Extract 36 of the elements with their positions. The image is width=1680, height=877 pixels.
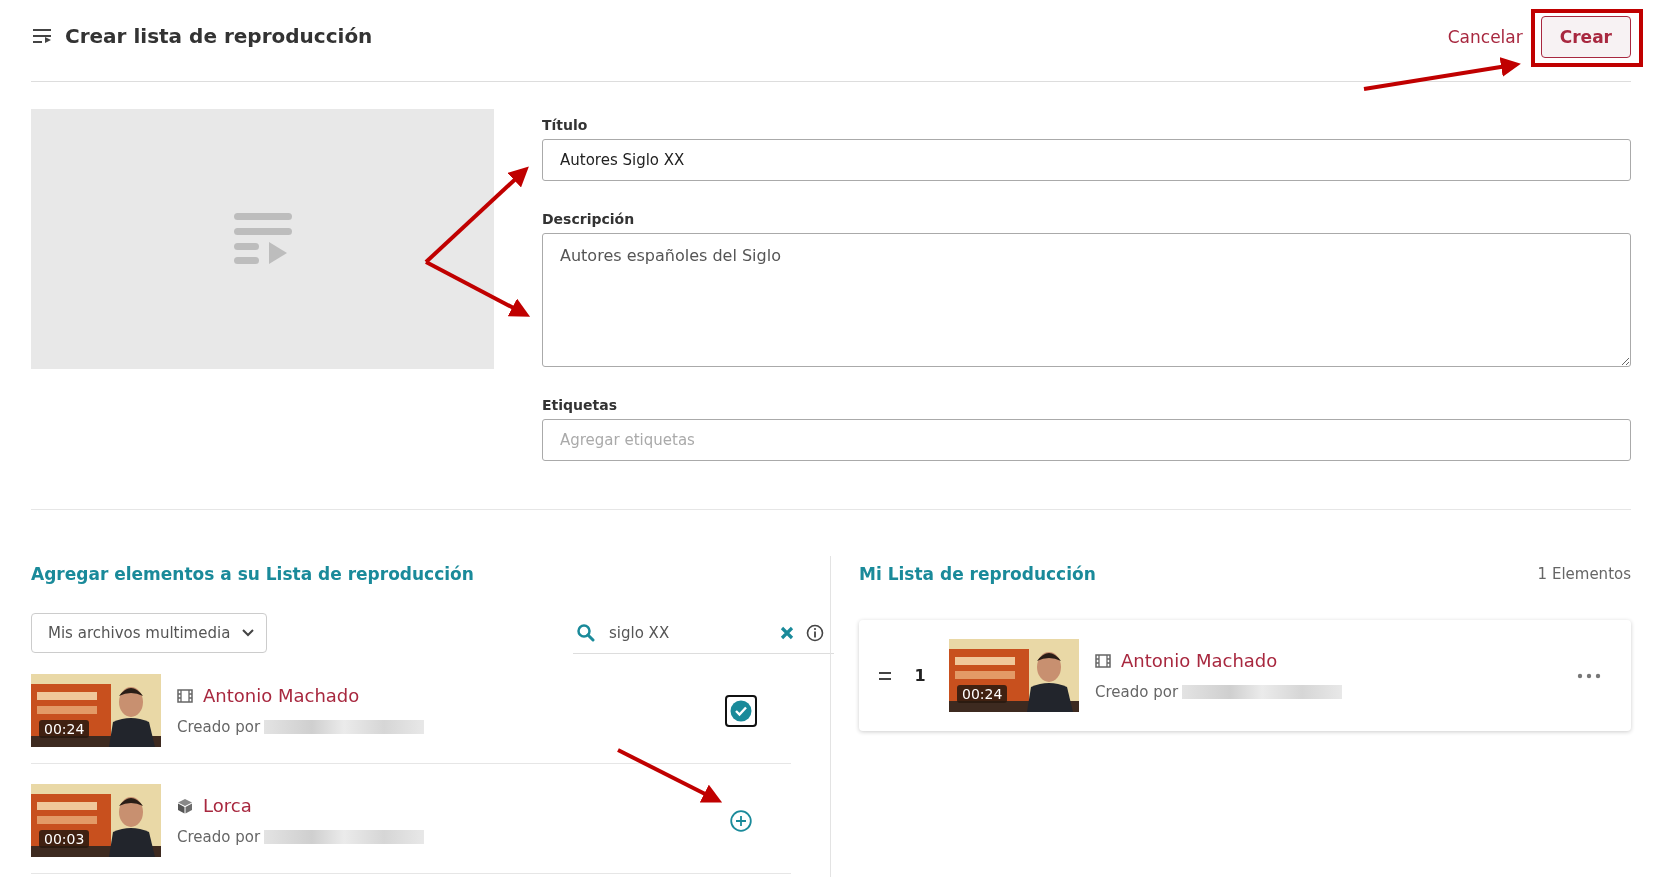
chevron-icon bbox=[242, 629, 255, 637]
search-icon bbox=[577, 623, 595, 642]
section-heading: Agregar elementos a su Lista de reproducción bbox=[31, 563, 475, 584]
media-title-link[interactable]: Antonio Machado bbox=[203, 685, 360, 706]
field-label: Etiquetas bbox=[542, 397, 618, 413]
clear-icon[interactable] bbox=[780, 625, 794, 640]
cube-icon bbox=[177, 797, 193, 814]
media-title-link[interactable]: Lorca bbox=[203, 795, 252, 816]
duration-badge: 00:24 bbox=[39, 720, 90, 738]
item-count: 1 Elementos bbox=[1537, 564, 1631, 583]
creator-label: Creado por bbox=[177, 718, 261, 736]
creator-label: Creado por bbox=[177, 828, 261, 846]
creator-label: Creado por bbox=[1095, 683, 1179, 701]
more-icon[interactable] bbox=[1577, 672, 1601, 679]
film-icon bbox=[177, 688, 193, 703]
drag-handle-icon[interactable] bbox=[879, 671, 891, 680]
input-field[interactable]: Autores Siglo XX bbox=[542, 139, 1631, 181]
film-icon bbox=[1095, 653, 1111, 668]
field-label: Título bbox=[542, 117, 589, 133]
add-icon[interactable] bbox=[730, 809, 752, 832]
duration-badge: 00:24 bbox=[957, 685, 1008, 703]
create-button[interactable]: Crear bbox=[1540, 15, 1631, 58]
description-field[interactable]: Autores españoles del Siglo bbox=[542, 233, 1631, 367]
field-label: Descripción bbox=[542, 211, 636, 227]
playlist-icon bbox=[233, 213, 292, 265]
duration-badge: 00:03 bbox=[39, 830, 90, 848]
info-icon[interactable] bbox=[806, 623, 824, 642]
section-heading: Mi Lista de reproducción bbox=[859, 563, 1096, 584]
input-field[interactable]: Agregar etiquetas bbox=[542, 419, 1631, 461]
page-title: Crear lista de reproducción bbox=[65, 23, 373, 48]
media-title-link[interactable]: Antonio Machado bbox=[1121, 650, 1278, 671]
playlist-icon bbox=[33, 27, 53, 44]
added-checkbox[interactable] bbox=[725, 694, 757, 727]
position-number: 1 bbox=[913, 666, 927, 685]
source-dropdown[interactable]: Mis archivos multimedia bbox=[31, 613, 268, 653]
cancel-link[interactable]: Cancelar bbox=[1447, 26, 1523, 47]
